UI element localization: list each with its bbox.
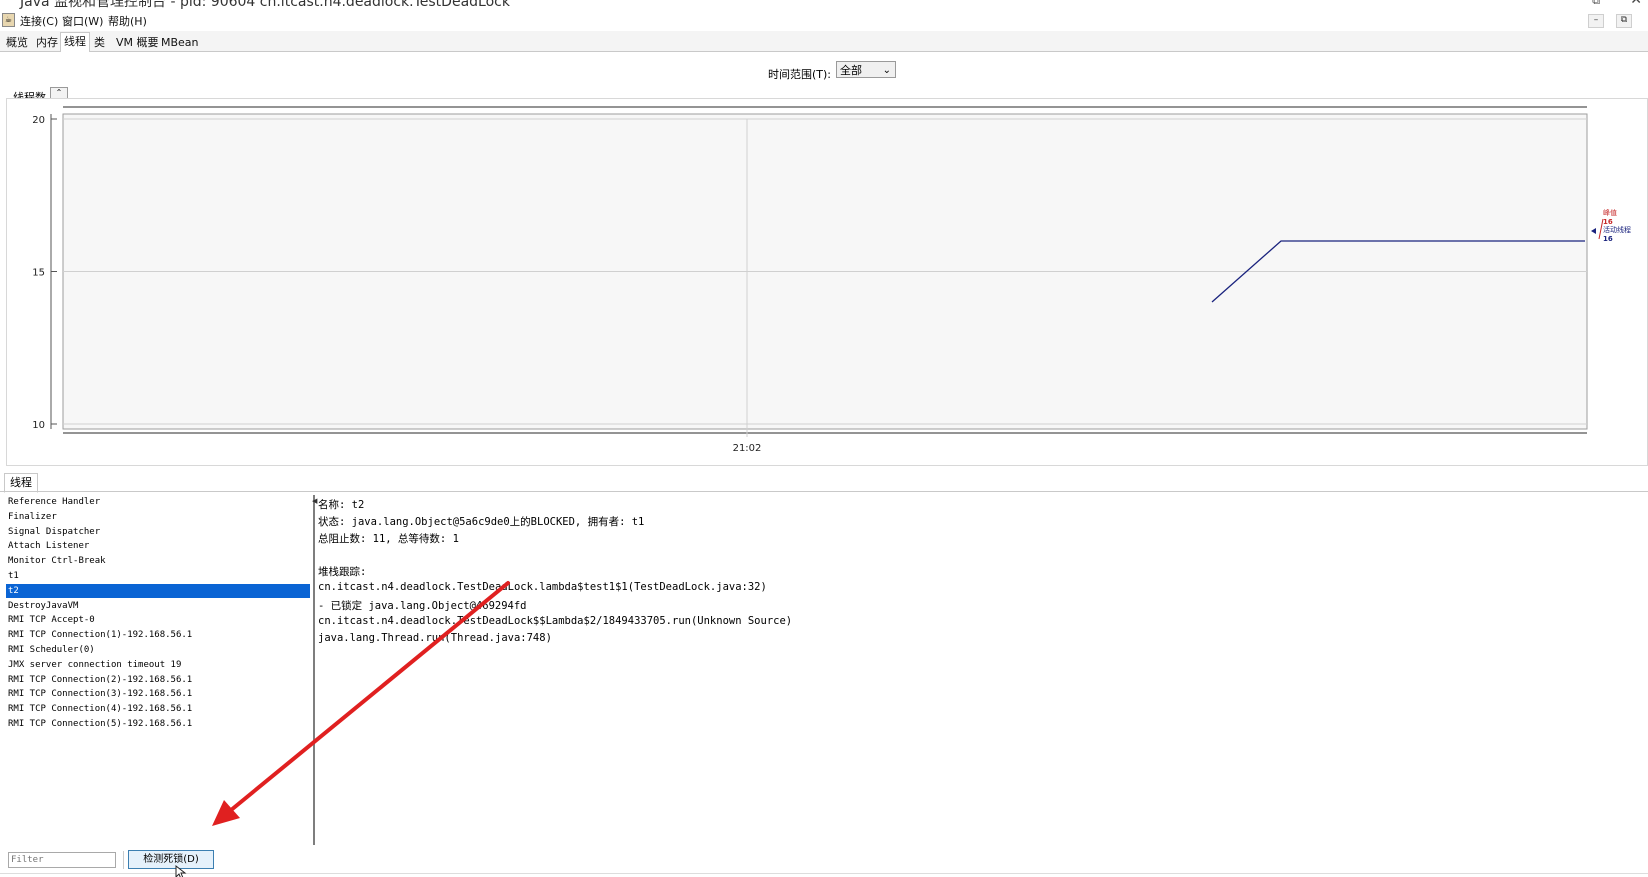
stack-line: - 已锁定 java.lang.Object@469294fd [318,600,527,612]
divider [0,491,1648,492]
y-tick-label: 15 [32,268,45,279]
thread-list-item[interactable]: RMI TCP Accept-0 [6,613,310,627]
stack-line: cn.itcast.n4.deadlock.TestDeadLock.lambd… [318,581,767,593]
separator [123,851,124,869]
thread-list-item[interactable]: Signal Dispatcher [6,525,310,539]
thread-list-item[interactable]: RMI TCP Connection(3)-192.168.56.1 [6,687,310,701]
tab-vm-summary[interactable]: VM 概要 [112,33,163,52]
time-range-label: 时间范围(T): [768,68,832,81]
legend-active-marker [1591,228,1596,234]
main-tab-bar: 概览 内存 线程 类 VM 概要 MBean [0,31,1648,53]
chevron-down-icon: ⌄ [882,65,891,76]
menu-window[interactable]: 窗口(W) [62,13,103,29]
thread-state-line: 状态: java.lang.Object@5a6c9de0上的BLOCKED, … [318,516,645,528]
legend-active-value: 16 [1603,235,1613,243]
thread-list-item[interactable]: Finalizer [6,510,310,524]
inner-restore-icon[interactable]: ⧉ [1616,14,1632,28]
tab-threads[interactable]: 线程 [60,32,90,53]
legend-peak-value: 16 [1603,218,1613,226]
thread-list-item[interactable]: RMI TCP Connection(4)-192.168.56.1 [6,702,310,716]
tab-thread-list[interactable]: 线程 [4,473,38,493]
split-arrow-icon[interactable]: ◀ [312,497,317,505]
split-pane-divider[interactable] [313,495,315,845]
stack-line: cn.itcast.n4.deadlock.TestDeadLock$$Lamb… [318,615,793,627]
thread-list-item[interactable]: RMI TCP Connection(2)-192.168.56.1 [6,673,310,687]
y-tick-label: 20 [32,115,45,126]
thread-list-item[interactable]: RMI TCP Connection(5)-192.168.56.1 [6,717,310,731]
legend-peak-name: 峰值 [1603,208,1617,217]
chart-svg: 20151021:02峰值16活动线程16 [32,106,1631,454]
tab-classes[interactable]: 类 [90,33,109,52]
menu-help[interactable]: 帮助(H) [108,13,147,29]
menu-bar: ☕ 连接(C) 窗口(W) 帮助(H) – ⧉ [0,10,1648,30]
thread-counts-line: 总阻止数: 11, 总等待数: 1 [318,533,459,545]
window-restore-icon[interactable]: ⧉ [1592,0,1600,8]
thread-list[interactable]: Reference Handler Finalizer Signal Dispatc… [4,495,312,845]
x-tick-label: 21:02 [733,443,762,454]
tab-overview[interactable]: 概览 [2,33,32,52]
legend-active-name: 活动线程 [1603,225,1631,234]
time-range-value: 全部 [840,64,862,77]
tab-memory[interactable]: 内存 [32,33,62,52]
java-app-icon: ☕ [2,13,15,27]
thread-list-item[interactable]: t2 [6,583,310,598]
thread-list-item[interactable]: Monitor Ctrl-Break [6,554,310,568]
thread-list-item[interactable]: RMI Scheduler(0) [6,643,310,657]
thread-list-item[interactable]: JMX server connection timeout 19 [6,658,310,672]
inner-minimize-icon[interactable]: – [1588,14,1604,28]
window-close-icon[interactable]: ✕ [1630,0,1642,8]
thread-list-item[interactable]: RMI TCP Connection(1)-192.168.56.1 [6,628,310,642]
window-title: Java 监视和管理控制台 - pid: 90604 cn.itcast.n4.… [20,0,510,10]
stack-header: 堆栈跟踪: [318,566,367,578]
thread-list-item[interactable]: t1 [6,569,310,583]
filter-input[interactable] [8,852,116,868]
tab-mbean[interactable]: MBean [157,33,203,52]
divider [0,873,1648,874]
thread-list-item[interactable]: DestroyJavaVM [6,599,310,613]
title-bar: Java 监视和管理控制台 - pid: 90604 cn.itcast.n4.… [0,0,1648,10]
thread-list-item[interactable]: Attach Listener [6,539,310,553]
thread-count-chart: 20 15 10 21:02 峰值 16 活动线程 16 [6,98,1648,466]
detect-deadlock-button[interactable]: 检测死锁(D) [128,850,214,869]
stack-line: java.lang.Thread.run(Thread.java:748) [318,632,552,644]
thread-name-line: 名称: t2 [318,499,365,511]
thread-list-item[interactable]: Reference Handler [6,495,310,509]
thread-detail: 名称: t2 状态: java.lang.Object@5a6c9de0上的BL… [318,497,1638,847]
menu-connect[interactable]: 连接(C) [20,13,58,29]
y-tick-label: 10 [32,420,45,431]
time-range-select[interactable]: 全部 ⌄ [836,61,896,78]
